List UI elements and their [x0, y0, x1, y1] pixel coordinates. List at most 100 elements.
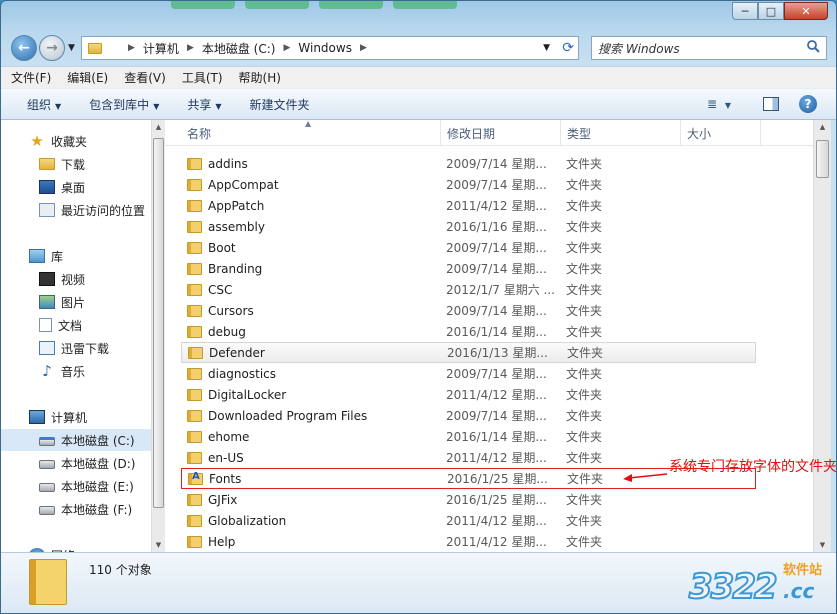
column-header-type[interactable]: 类型 — [561, 120, 681, 146]
file-row[interactable]: Branding 2009/7/14 星期... 文件夹 — [181, 258, 756, 279]
close-button[interactable]: ✕ — [784, 2, 828, 20]
organize-label: 组织 — [27, 97, 52, 112]
file-row[interactable]: Cursors 2009/7/14 星期... 文件夹 — [181, 300, 756, 321]
drive-icon — [39, 483, 55, 492]
nav-libraries[interactable]: 库 — [1, 245, 151, 267]
scroll-down-icon[interactable]: ▼ — [816, 538, 829, 552]
column-header-name[interactable]: 名称 — [181, 120, 441, 146]
recent-pages-dropdown[interactable]: ▼ — [68, 43, 75, 53]
file-row[interactable]: debug 2016/1/14 星期... 文件夹 — [181, 321, 756, 342]
nav-videos[interactable]: 视频 — [1, 268, 151, 290]
file-name: DigitalLocker — [208, 387, 287, 402]
nav-label: 桌面 — [61, 180, 86, 195]
share-button[interactable]: 共享 ▼ — [187, 96, 221, 113]
nav-pictures[interactable]: 图片 — [1, 291, 151, 313]
menu-help[interactable]: 帮助(H) — [239, 69, 281, 86]
nav-recent[interactable]: 最近访问的位置 — [1, 199, 151, 221]
search-input[interactable]: 搜索 Windows — [591, 36, 827, 60]
menu-view[interactable]: 查看(V) — [124, 69, 166, 86]
nav-computer[interactable]: 计算机 — [1, 406, 151, 428]
nav-favorites[interactable]: ★ 收藏夹 — [1, 130, 151, 152]
file-name: AppPatch — [208, 198, 265, 213]
menu-edit[interactable]: 编辑(E) — [67, 69, 108, 86]
drive-icon — [39, 460, 55, 469]
nav-label: 下载 — [61, 157, 86, 172]
file-row[interactable]: ehome 2016/1/14 星期... 文件夹 — [181, 426, 756, 447]
nav-thunder[interactable]: 迅雷下载 — [1, 337, 151, 359]
breadcrumb-windows[interactable]: Windows — [298, 41, 352, 55]
nav-drive-d[interactable]: 本地磁盘 (D:) — [1, 452, 151, 474]
nav-scrollbar[interactable]: ▲ ▼ — [151, 120, 165, 552]
watermark-domain: .cc — [783, 579, 815, 603]
folder-icon — [187, 283, 202, 296]
nav-label: 收藏夹 — [51, 134, 88, 149]
document-icon — [39, 318, 52, 332]
nav-music[interactable]: ♪ 音乐 — [1, 360, 151, 382]
new-folder-button[interactable]: 新建文件夹 — [250, 96, 310, 113]
caption-buttons: ─ □ ✕ — [732, 2, 828, 20]
file-row[interactable]: diagnostics 2009/7/14 星期... 文件夹 — [181, 363, 756, 384]
file-type: 文件夹 — [566, 325, 603, 339]
nav-documents[interactable]: 文档 — [1, 314, 151, 336]
file-name: diagnostics — [208, 366, 277, 381]
forward-button[interactable]: → — [39, 35, 65, 61]
change-view-button[interactable]: ≣ ▼ — [707, 97, 731, 111]
nav-drive-c[interactable]: 本地磁盘 (C:) — [1, 429, 151, 451]
file-row[interactable]: Globalization 2011/4/12 星期... 文件夹 — [181, 510, 756, 531]
breadcrumb-computer[interactable]: 计算机 — [143, 40, 179, 57]
chevron-right-icon[interactable]: ▶ — [187, 43, 194, 53]
chevron-down-icon[interactable]: ▼ — [543, 43, 550, 53]
column-header-size[interactable]: 大小 — [681, 120, 761, 146]
back-button[interactable]: ← — [11, 35, 37, 61]
address-bar[interactable]: ▶ 计算机 ▶ 本地磁盘 (C:) ▶ Windows ▶ ▼ ⟳ — [81, 36, 579, 60]
file-date: 2009/7/14 星期... — [446, 409, 547, 423]
scroll-down-icon[interactable]: ▼ — [152, 538, 165, 552]
file-row[interactable]: Help 2011/4/12 星期... 文件夹 — [181, 531, 756, 552]
chevron-right-icon: ▶ — [128, 43, 135, 53]
nav-network[interactable]: 网络 — [1, 544, 151, 552]
search-icon[interactable] — [806, 39, 820, 53]
system-drive-icon — [39, 437, 55, 446]
file-date: 2016/1/25 星期... — [446, 493, 547, 507]
preview-pane-icon[interactable] — [763, 97, 779, 111]
file-row[interactable]: addins 2009/7/14 星期... 文件夹 — [181, 153, 756, 174]
file-type: 文件夹 — [567, 472, 604, 486]
file-list-scrollbar[interactable]: ▲ ▼ — [813, 120, 831, 552]
scroll-up-icon[interactable]: ▲ — [816, 120, 829, 134]
file-row[interactable]: GJFix 2016/1/25 星期... 文件夹 — [181, 489, 756, 510]
share-label: 共享 — [187, 97, 212, 112]
file-row[interactable]: assembly 2016/1/16 星期... 文件夹 — [181, 216, 756, 237]
maximize-button[interactable]: □ — [758, 2, 784, 20]
breadcrumb-drive-c[interactable]: 本地磁盘 (C:) — [202, 40, 276, 57]
column-header-date[interactable]: 修改日期 — [441, 120, 561, 146]
folder-icon — [88, 42, 102, 54]
file-name: Help — [208, 534, 236, 549]
menu-file[interactable]: 文件(F) — [11, 69, 51, 86]
minimize-button[interactable]: ─ — [732, 2, 758, 20]
nav-scroll-thumb[interactable] — [153, 138, 164, 508]
file-row[interactable]: Downloaded Program Files 2009/7/14 星期... 文… — [181, 405, 756, 426]
file-name: Defender — [209, 345, 265, 360]
file-row[interactable]: Boot 2009/7/14 星期... 文件夹 — [181, 237, 756, 258]
nav-label: 库 — [51, 249, 64, 264]
file-scroll-thumb[interactable] — [816, 140, 829, 178]
file-row[interactable]: AppPatch 2011/4/12 星期... 文件夹 — [181, 195, 756, 216]
refresh-icon[interactable]: ⟳ — [562, 40, 574, 56]
nav-drive-f[interactable]: 本地磁盘 (F:) — [1, 498, 151, 520]
folder-icon — [188, 346, 203, 359]
nav-desktop[interactable]: 桌面 — [1, 176, 151, 198]
chevron-right-icon[interactable]: ▶ — [283, 43, 290, 53]
menu-tools[interactable]: 工具(T) — [182, 69, 223, 86]
picture-icon — [39, 295, 55, 309]
help-icon[interactable]: ? — [799, 95, 817, 113]
file-row[interactable]: AppCompat 2009/7/14 星期... 文件夹 — [181, 174, 756, 195]
nav-drive-e[interactable]: 本地磁盘 (E:) — [1, 475, 151, 497]
organize-button[interactable]: 组织 ▼ — [27, 96, 61, 113]
file-row[interactable]: CSC 2012/1/7 星期六 ... 文件夹 — [181, 279, 756, 300]
nav-downloads[interactable]: 下载 — [1, 153, 151, 175]
file-row[interactable]: Defender 2016/1/13 星期... 文件夹 — [181, 342, 756, 363]
scroll-up-icon[interactable]: ▲ — [152, 120, 165, 134]
include-library-button[interactable]: 包含到库中 ▼ — [89, 96, 159, 113]
file-row[interactable]: DigitalLocker 2011/4/12 星期... 文件夹 — [181, 384, 756, 405]
chevron-right-icon[interactable]: ▶ — [360, 43, 367, 53]
